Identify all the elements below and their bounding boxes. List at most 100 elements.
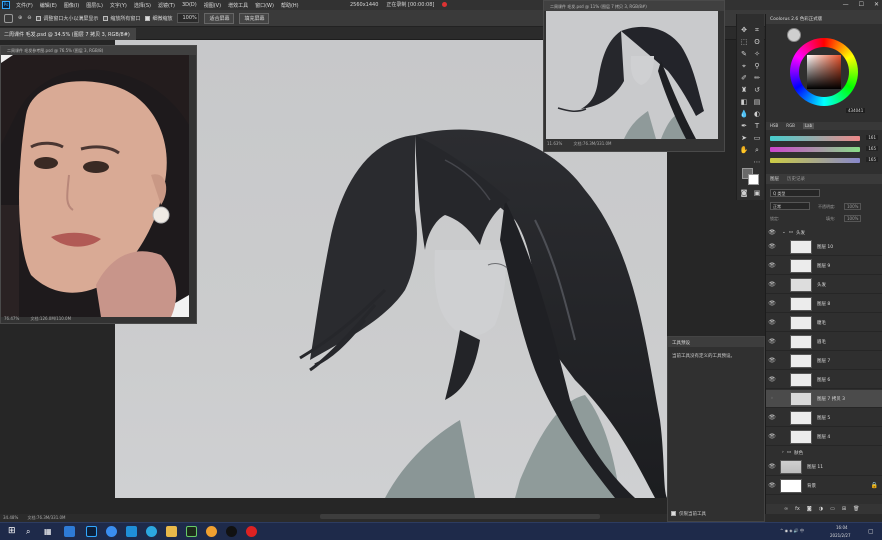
menu-help[interactable]: 帮助(H) [281,2,299,9]
green-value[interactable]: 165 [866,146,878,151]
eye-icon[interactable]: ◦ [766,395,778,402]
maximize-icon[interactable]: ☐ [859,1,864,8]
menu-select[interactable]: 选择(S) [134,2,151,9]
eye-icon[interactable]: 👁 [766,319,778,326]
media-icon[interactable] [206,526,217,537]
notification-icon[interactable]: ▢ [868,528,874,535]
zoom-in-icon[interactable]: ⊕ [18,15,22,21]
fill-field[interactable]: 100% [844,215,862,222]
hand-tool-icon[interactable]: ✋ [739,146,749,155]
eye-icon[interactable]: 👁 [766,262,778,269]
pen-tool-icon[interactable]: ✒ [739,122,749,131]
document-tab[interactable]: 二周课件 毛发.psd @ 34.5% (图层 7 拷贝 3, RGB/8#) [0,28,136,40]
current-color-swatch[interactable] [787,28,801,42]
menu-edit[interactable]: 编辑(E) [40,2,57,9]
edit-toolbar-icon[interactable]: ⋯ [752,158,762,167]
menu-view[interactable]: 视图(V) [204,2,221,9]
fit-screen-button[interactable]: 适合屏幕 [204,12,235,24]
menu-type[interactable]: 文字(Y) [110,2,127,9]
zoom-all-checkbox[interactable] [103,15,109,21]
blue-value[interactable]: 165 [866,157,878,162]
dodge-tool-icon[interactable]: ◐ [752,110,762,119]
layer-row[interactable]: 👁 图层 7 [766,352,882,370]
tool-presets-title[interactable]: 工具预设 [668,337,764,347]
fill-screen-button[interactable]: 填充屏幕 [239,12,270,24]
scrubby-checkbox[interactable] [145,15,151,21]
windows-start-icon[interactable]: ⊞ [8,526,19,537]
link-icon[interactable]: ∞ [784,506,788,512]
magic-wand-icon[interactable]: ✧ [752,50,762,59]
eye-icon[interactable]: 👁 [766,243,778,250]
layer-row[interactable]: 👁 图层 4 [766,428,882,446]
menu-image[interactable]: 图像(I) [64,2,79,9]
artboard-tool-icon[interactable]: ⌗ [752,26,762,35]
navigator-window[interactable]: 二周课件 毛发.psd @ 11% (图层 7 拷贝 3, RGB/8#) 11… [543,0,725,152]
eye-icon[interactable]: 👁 [766,482,778,489]
edge-icon[interactable] [64,526,75,537]
color-square[interactable] [807,55,841,89]
navigator-zoom[interactable]: 11.63% [547,141,562,146]
current-tool-only-option[interactable]: 仅限当前工具 [671,511,706,517]
layer-row[interactable]: 👁 图层 6 [766,371,882,389]
horizontal-scrollbar[interactable] [320,514,600,519]
layer-row[interactable]: 👁 头发 [766,276,882,294]
eye-icon[interactable]: 👁 [766,357,778,364]
background-color-swatch[interactable] [748,174,759,185]
new-layer-icon[interactable]: ⊞ [842,506,846,512]
eye-icon[interactable]: 👁 [766,229,778,236]
eyedropper-icon[interactable]: ⚲ [752,62,762,71]
layer-row[interactable]: 👁 图层 9 [766,257,882,275]
hex-value[interactable]: 434041 [846,108,866,113]
layer-row[interactable]: 👁 图层 10 [766,238,882,256]
quick-select-icon[interactable]: ✎ [739,50,749,59]
quick-mask-icon[interactable]: ◙ [739,189,749,198]
ds-app-icon[interactable] [186,526,197,537]
eraser-tool-icon[interactable]: ◧ [739,98,749,107]
app-icon[interactable] [146,526,157,537]
menu-3d[interactable]: 3D(D) [182,2,197,8]
eye-icon[interactable]: 👁 [766,300,778,307]
search-icon[interactable]: ⌕ [26,526,37,537]
menu-file[interactable]: 文件(F) [16,2,33,9]
adjustment-icon[interactable]: ◑ [819,506,823,512]
recorder-taskbar-icon[interactable] [246,526,257,537]
lasso-tool-icon[interactable]: ʘ [752,38,762,47]
type-tool-icon[interactable]: T [752,122,762,131]
color-wheel-area[interactable]: 434041 [770,28,880,120]
gradient-tool-icon[interactable]: ▤ [752,98,762,107]
reference-zoom[interactable]: 76.47% [4,316,19,321]
clock-time[interactable]: 16:04 [836,525,848,530]
resize-windows-option[interactable]: 调整窗口大小以满屏显示 [36,15,98,22]
red-slider[interactable]: 161 [770,135,878,142]
menu-window[interactable]: 窗口(W) [255,2,274,9]
shape-tool-icon[interactable]: ▭ [752,134,762,143]
layer-row[interactable]: 👁 图层 11 [766,458,882,476]
history-brush-icon[interactable]: ↺ [752,86,762,95]
move-tool-icon[interactable]: ✥ [739,26,749,35]
stamp-tool-icon[interactable]: ♜ [739,86,749,95]
opacity-field[interactable]: 100% [844,203,862,210]
photoshop-logo[interactable]: Ps [2,1,10,9]
crop-tool-icon[interactable]: ⌖ [739,62,749,71]
rgb-tab[interactable]: RGB [786,123,795,129]
blend-mode-select[interactable]: 正常 [770,202,810,210]
layer-group-skin[interactable]: › ▭ 肤色 [766,448,882,457]
menu-plugins[interactable]: 增效工具 [228,2,248,9]
screen-mode-icon[interactable]: ▣ [752,189,762,198]
folder-taskbar-icon[interactable] [166,526,177,537]
photoshop-taskbar-icon[interactable] [86,526,97,537]
new-group-icon[interactable]: ▭ [830,506,835,512]
tray-icons[interactable]: ^ ◉ ◈ 🔊 中 [780,528,804,534]
color-panel-tab[interactable]: Coolorus 2.6 色彩正式版 [770,16,822,22]
resize-checkbox[interactable] [36,15,42,21]
layer-group-hair[interactable]: 👁 ⌄ ▭ 头发 [766,228,882,237]
store-icon[interactable] [126,526,137,537]
red-value[interactable]: 161 [866,135,878,140]
browser-icon[interactable] [106,526,117,537]
mask-icon[interactable]: ◙ [807,506,812,512]
minimize-icon[interactable]: — [843,1,849,8]
layer-row-selected[interactable]: ◦ 图层 7 拷贝 3 [766,390,882,408]
hsb-tab[interactable]: HSB [770,123,778,129]
layer-row[interactable]: 👁 眉毛 [766,333,882,351]
zoom-tool-icon[interactable] [4,13,13,23]
